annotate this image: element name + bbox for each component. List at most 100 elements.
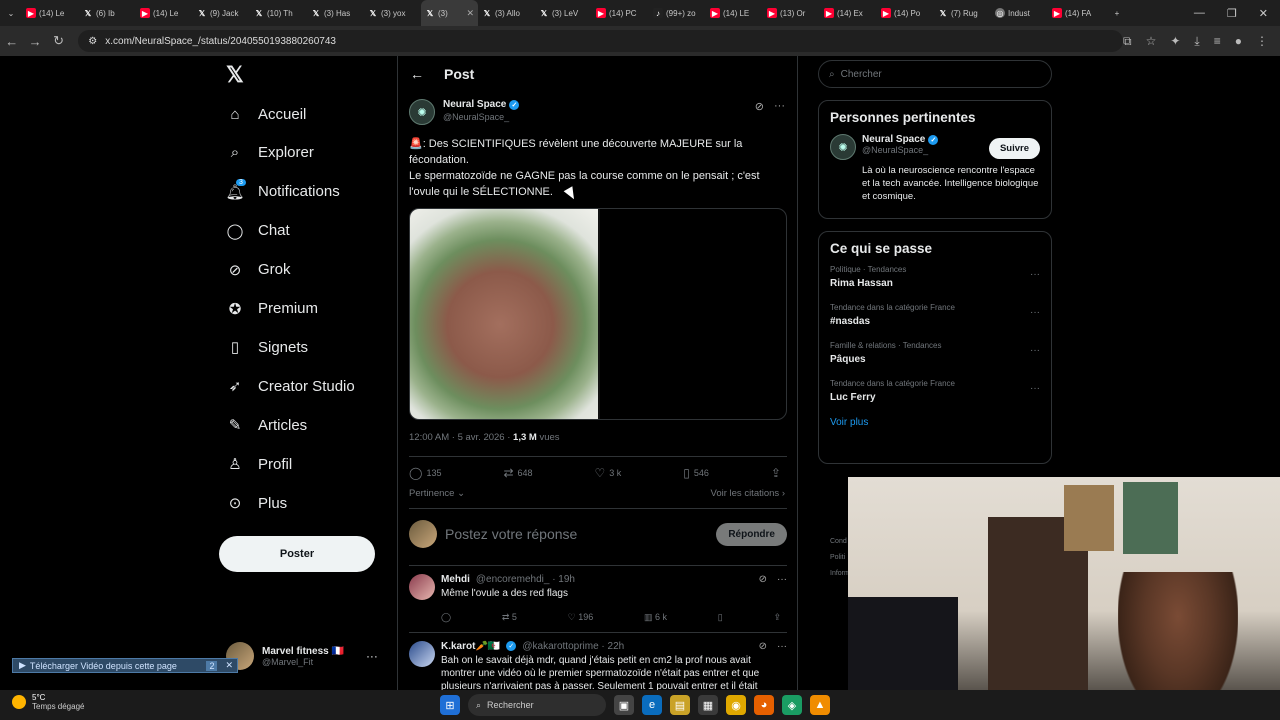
like-action[interactable]: ♡ 196 bbox=[568, 612, 594, 623]
sidebar-item-plus[interactable]: ⊙ Plus bbox=[226, 490, 287, 516]
sidebar-item-articles[interactable]: ✎ Articles bbox=[226, 412, 307, 438]
browser-tab[interactable]: ♪ (99+) zo bbox=[649, 0, 706, 26]
post-time[interactable]: 12:00 AM · 5 avr. 2026 · bbox=[409, 432, 513, 443]
vlc-icon[interactable]: ▲ bbox=[810, 695, 830, 715]
bookmark-icon[interactable]: ▯ bbox=[718, 612, 723, 623]
trend-item[interactable]: Tendance dans la catégorie France #nasdas… bbox=[830, 303, 1040, 327]
start-icon[interactable]: ⊞ bbox=[440, 695, 460, 715]
sidebar-item-signets[interactable]: ▯ Signets bbox=[226, 334, 308, 360]
trend-item[interactable]: Tendance dans la catégorie France Luc Fer… bbox=[830, 379, 1040, 403]
weather-widget[interactable]: 5°C Temps dégagé bbox=[12, 693, 84, 711]
file-explorer-icon[interactable]: ▤ bbox=[670, 695, 690, 715]
browser-tab[interactable]: ▶ (14) FA bbox=[1048, 0, 1105, 26]
new-tab-button[interactable]: + bbox=[1105, 0, 1129, 26]
reply-action[interactable]: ◯ 135 bbox=[409, 466, 441, 480]
back-icon[interactable]: ← bbox=[0, 34, 23, 49]
share-action[interactable]: ⇪ bbox=[771, 466, 781, 480]
grok-icon[interactable]: ⊘ bbox=[755, 100, 764, 113]
see-more-link[interactable]: Voir plus bbox=[830, 417, 1040, 428]
reply-icon[interactable]: ◯ bbox=[441, 612, 451, 623]
post-author[interactable]: ✺ Neural Space ✓ @NeuralSpace_ bbox=[409, 99, 520, 125]
avatar[interactable]: ✺ bbox=[830, 134, 856, 160]
browser-tab[interactable]: 𝕏 (7) Rug bbox=[934, 0, 991, 26]
views-action[interactable]: ▥ 6 k bbox=[644, 612, 667, 623]
maximize-icon[interactable]: ❐ bbox=[1227, 7, 1237, 20]
sidebar-item-premium[interactable]: ✪ Premium bbox=[226, 296, 318, 322]
browser-tab[interactable]: 𝕏 (9) Jack bbox=[193, 0, 250, 26]
reply-author-name[interactable]: Mehdi bbox=[441, 574, 470, 585]
browser-tab[interactable]: 𝕏 (3) ✕ bbox=[421, 0, 478, 26]
site-info-icon[interactable]: ⚙ bbox=[88, 36, 97, 47]
media-icon[interactable]: ≡ bbox=[1214, 34, 1221, 49]
sidebar-item-profil[interactable]: ♙ Profil bbox=[226, 451, 292, 477]
browser-tab[interactable]: ▶ (13) Or bbox=[763, 0, 820, 26]
browser-tab[interactable]: ◎ Indust bbox=[991, 0, 1048, 26]
trend-item[interactable]: Famille & relations · Tendances Pâques ··· bbox=[830, 341, 1040, 365]
reply-item[interactable]: Mehdi @encoremehdi_ · 19h ⊘ ··· Même l'ov… bbox=[409, 574, 787, 623]
browser-tab[interactable]: ▶ (14) Ex bbox=[820, 0, 877, 26]
download-video-bar[interactable]: ▶ Télécharger Vidéo depuis cette page 2 … bbox=[12, 658, 238, 673]
download-icon[interactable]: ⤓ bbox=[1194, 34, 1199, 49]
reload-icon[interactable]: ↻ bbox=[47, 33, 70, 49]
repost-action[interactable]: ⇄ 5 bbox=[502, 612, 517, 623]
x-logo-icon[interactable]: 𝕏 bbox=[226, 62, 244, 88]
avatar[interactable]: ✺ bbox=[409, 99, 435, 125]
menu-icon[interactable]: ⋮ bbox=[1256, 34, 1268, 49]
more-icon[interactable]: ··· bbox=[774, 100, 785, 113]
avatar[interactable] bbox=[409, 574, 435, 600]
browser-tab[interactable]: 𝕏 (10) Th bbox=[250, 0, 307, 26]
profile-icon[interactable]: ● bbox=[1235, 34, 1242, 49]
post-media[interactable] bbox=[409, 208, 787, 420]
reply-item[interactable]: K.karot🥕🇩🇿 ✓ @kakarottoprime · 22h ⊘ ··· … bbox=[409, 641, 787, 693]
share-icon[interactable]: ⇪ bbox=[773, 612, 781, 623]
more-icon[interactable]: ··· bbox=[1030, 307, 1040, 318]
browser-tab[interactable]: ▶ (14) PC bbox=[592, 0, 649, 26]
repost-action[interactable]: ⇄ 648 bbox=[503, 466, 532, 480]
view-quotes-link[interactable]: Voir les citations › bbox=[711, 488, 785, 499]
like-action[interactable]: ♡ 3 k bbox=[595, 466, 622, 480]
app-icon[interactable]: ◈ bbox=[782, 695, 802, 715]
avatar[interactable] bbox=[409, 641, 435, 667]
more-icon[interactable]: ··· bbox=[1030, 383, 1040, 394]
grok-icon[interactable]: ⊘ bbox=[759, 574, 767, 585]
store-icon[interactable]: ▦ bbox=[698, 695, 718, 715]
minimize-icon[interactable]: — bbox=[1194, 7, 1205, 19]
sidebar-item-chat[interactable]: ◯ Chat bbox=[226, 218, 290, 244]
more-icon[interactable]: ··· bbox=[1030, 345, 1040, 356]
task-view-icon[interactable]: ▣ bbox=[614, 695, 634, 715]
browser-tab[interactable]: ▶ (14) Le bbox=[136, 0, 193, 26]
tab-list-button[interactable]: ⌄ bbox=[0, 0, 22, 26]
forward-icon[interactable]: → bbox=[23, 34, 46, 49]
more-icon[interactable]: ··· bbox=[366, 649, 378, 663]
sidebar-item-explorer[interactable]: ⌕ Explorer bbox=[226, 140, 314, 166]
reply-author-handle[interactable]: @kakarottoprime · 22h bbox=[522, 641, 624, 652]
more-icon[interactable]: ··· bbox=[777, 574, 787, 585]
account-switcher[interactable]: Marvel fitness 🇫🇷 @Marvel_Fit ··· bbox=[226, 642, 378, 670]
taskbar-search[interactable]: ⌕ Rechercher bbox=[468, 694, 606, 716]
browser-tab[interactable]: 𝕏 (6) Ib bbox=[79, 0, 136, 26]
sort-dropdown[interactable]: Pertinence ⌄ bbox=[409, 488, 465, 499]
extensions-icon[interactable]: ✦ bbox=[1170, 34, 1180, 49]
install-icon[interactable]: ⧉ bbox=[1123, 34, 1132, 49]
person-handle[interactable]: @NeuralSpace_ bbox=[862, 145, 938, 155]
more-icon[interactable]: ··· bbox=[777, 641, 787, 652]
browser-tab[interactable]: 𝕏 (3) LeV bbox=[535, 0, 592, 26]
star-icon[interactable]: ☆ bbox=[1146, 34, 1157, 49]
follow-button[interactable]: Suivre bbox=[988, 138, 1040, 159]
person-name[interactable]: Neural Space bbox=[862, 134, 925, 145]
ovum-image[interactable] bbox=[410, 209, 598, 419]
reply-author-name[interactable]: K.karot🥕🇩🇿 bbox=[441, 641, 500, 652]
chrome-icon[interactable]: ◉ bbox=[726, 695, 746, 715]
footer-link[interactable]: Inform bbox=[830, 566, 850, 582]
browser-tab[interactable]: 𝕏 (3) Has bbox=[307, 0, 364, 26]
author-name[interactable]: Neural Space bbox=[443, 99, 506, 110]
browser-tab[interactable]: 𝕏 (3) yox bbox=[364, 0, 421, 26]
firefox-icon[interactable]: ◕ bbox=[754, 695, 774, 715]
reply-author-handle[interactable]: @encoremehdi_ · 19h bbox=[476, 574, 575, 585]
close-icon[interactable]: ✕ bbox=[1259, 7, 1268, 20]
browser-tab[interactable]: ▶ (14) LE bbox=[706, 0, 763, 26]
browser-tab[interactable]: ▶ (14) Po bbox=[877, 0, 934, 26]
sidebar-item-notifications[interactable]: 🔔︎ 3 Notifications bbox=[225, 178, 340, 205]
search-input[interactable]: ⌕ Chercher bbox=[818, 60, 1052, 88]
browser-tab[interactable]: ▶ (14) Le bbox=[22, 0, 79, 26]
